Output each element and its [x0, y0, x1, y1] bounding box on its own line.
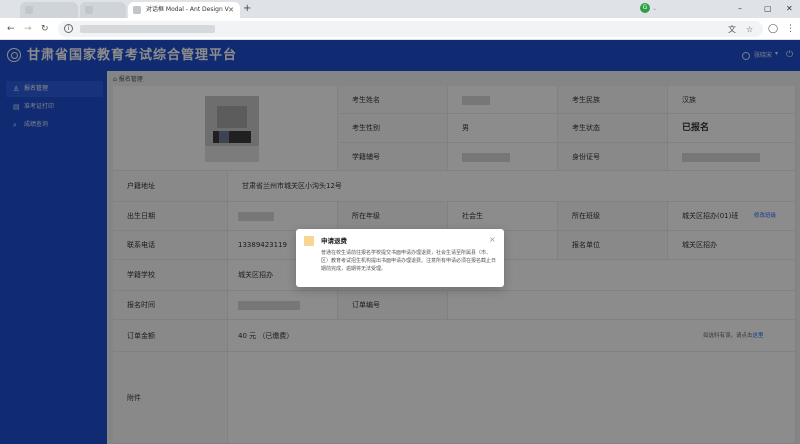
browser-tab[interactable] — [80, 2, 126, 18]
tab-close-icon[interactable]: ✕ — [228, 2, 234, 18]
tab-title: 对话框 Modal - Ant Design V — [146, 6, 229, 13]
extension-icon[interactable]: G — [640, 3, 650, 13]
browser-menu-icon[interactable]: ⋮ — [786, 22, 795, 36]
browser-toolbar: ← → ↻ i ⽂ ☆ ◯ ⋮ — [0, 18, 800, 40]
translate-icon[interactable]: ⽂ — [728, 24, 736, 36]
window-close-button[interactable]: ✕ — [786, 0, 793, 18]
maximize-button[interactable]: ▢ — [764, 0, 772, 18]
modal-body: 普通在校生请前往报名学校提交书面申请办理退费，社会生请至所属县（市、区）教育考试… — [321, 250, 497, 272]
site-info-icon[interactable]: i — [64, 24, 73, 33]
url-text — [80, 25, 215, 33]
modal-title: 申请退费 — [321, 237, 347, 245]
address-bar[interactable]: i ⽂ ☆ — [58, 21, 763, 37]
warning-icon — [304, 236, 314, 246]
minimize-button[interactable]: – — [738, 0, 742, 18]
tab-favicon-icon — [25, 6, 33, 14]
browser-tab[interactable] — [20, 2, 78, 18]
tab-search-chevron-icon[interactable]: ⌄ — [652, 0, 657, 18]
back-arrow-icon[interactable]: ← — [7, 21, 15, 37]
forward-arrow-icon[interactable]: → — [24, 21, 32, 37]
tab-favicon-icon — [85, 6, 93, 14]
refund-modal: 申请退费 × 普通在校生请前往报名学校提交书面申请办理退费，社会生请至所属县（市… — [296, 229, 504, 287]
bookmark-star-icon[interactable]: ☆ — [746, 24, 753, 36]
browser-tab-bar: 对话框 Modal - Ant Design V ✕ + G ⌄ – ▢ ✕ — [0, 0, 800, 18]
reload-icon[interactable]: ↻ — [41, 21, 49, 37]
new-tab-button[interactable]: + — [243, 2, 251, 16]
tab-favicon-icon — [133, 6, 141, 14]
profile-icon[interactable]: ◯ — [768, 22, 778, 36]
close-icon[interactable]: × — [489, 235, 496, 245]
browser-tab-active[interactable]: 对话框 Modal - Ant Design V ✕ — [128, 2, 240, 18]
